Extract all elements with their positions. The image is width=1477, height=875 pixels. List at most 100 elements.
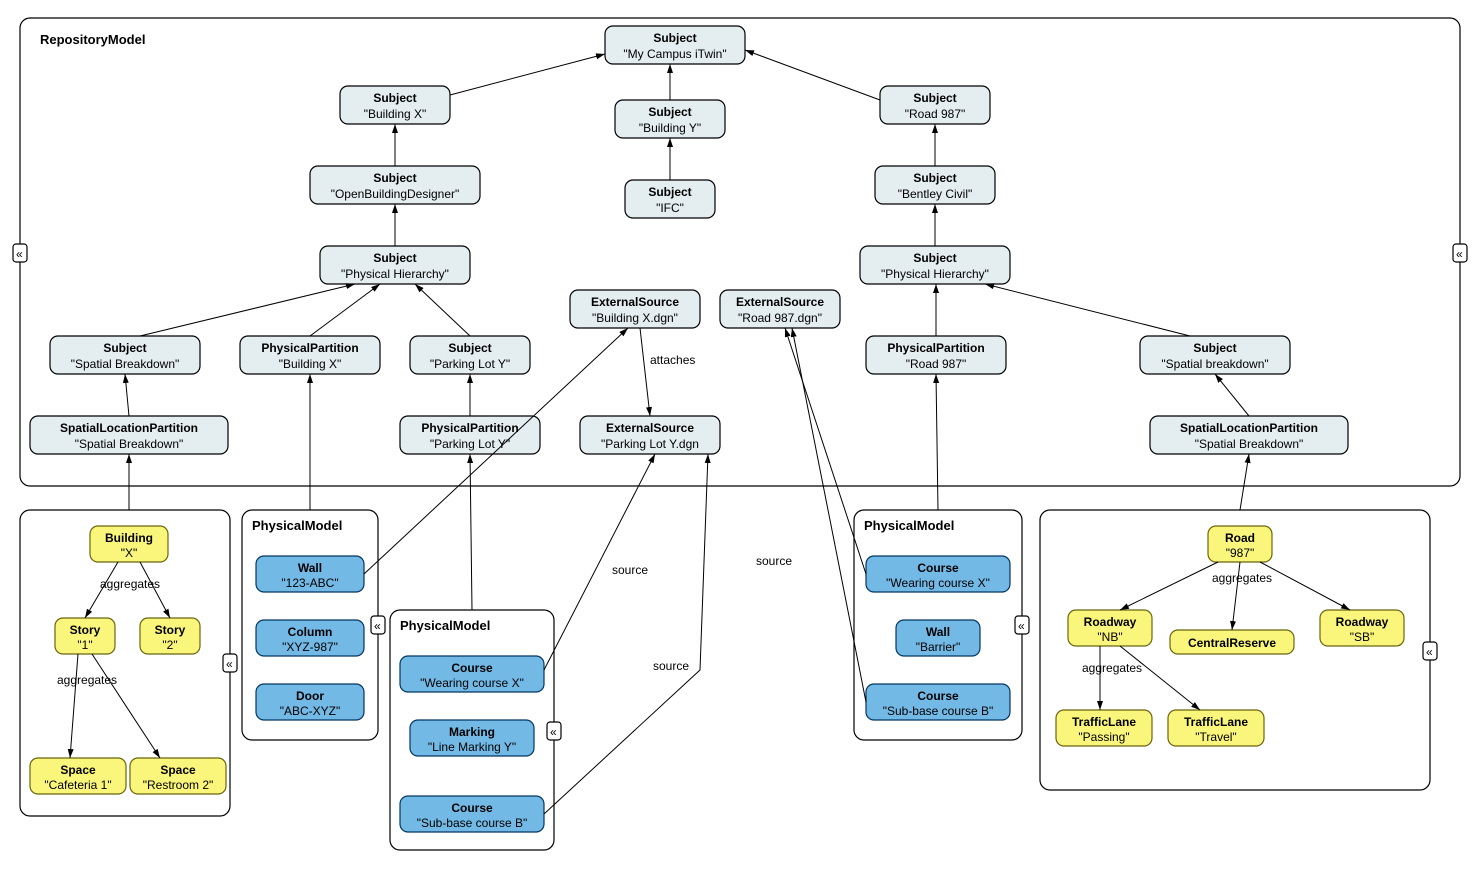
svg-text:Subject: Subject <box>448 341 491 355</box>
svg-text:"Sub-base course B": "Sub-base course B" <box>883 704 994 718</box>
svg-text:Subject: Subject <box>913 91 956 105</box>
course-wearing-x-node: Course "Wearing course X" <box>400 656 544 692</box>
svg-text:"Spatial breakdown": "Spatial breakdown" <box>1161 357 1268 371</box>
svg-text:"SB": "SB" <box>1350 630 1375 644</box>
external-source-road-987: ExternalSource "Road 987.dgn" <box>720 290 840 328</box>
subject-bentley: Subject "Bentley Civil" <box>875 166 995 204</box>
svg-text:"Bentley Civil": "Bentley Civil" <box>898 187 973 201</box>
space-restroom-node: Space "Restroom 2" <box>130 758 226 794</box>
course-wearing-x2-node: Course "Wearing course X" <box>866 556 1010 592</box>
course-subbase-b-node: Course "Sub-base course B" <box>400 796 544 832</box>
traffic-lane-travel-node: TrafficLane "Travel" <box>1168 710 1264 746</box>
svg-text:«: « <box>1456 247 1463 261</box>
svg-text:"Line Marking Y": "Line Marking Y" <box>428 740 516 754</box>
svg-text:Subject: Subject <box>1193 341 1236 355</box>
fold-marker-right-repo: « <box>1453 244 1467 262</box>
source-label-2: source <box>653 659 689 673</box>
svg-text:"Building X": "Building X" <box>364 107 427 121</box>
source-label-3: source <box>756 554 792 568</box>
svg-text:"Barrier": "Barrier" <box>916 640 961 654</box>
svg-text:Subject: Subject <box>913 171 956 185</box>
svg-text:"Building X": "Building X" <box>279 357 342 371</box>
subject-spatial-breakdown-right: Subject "Spatial breakdown" <box>1140 336 1290 374</box>
building-node: Building "X" <box>90 526 168 562</box>
svg-text:"OpenBuildingDesigner": "OpenBuildingDesigner" <box>331 187 460 201</box>
subject-ifc: Subject "IFC" <box>625 180 715 218</box>
subject-physical-hierarchy-right: Subject "Physical Hierarchy" <box>860 246 1010 284</box>
external-source-building-x: ExternalSource "Building X.dgn" <box>570 290 700 328</box>
svg-text:Story: Story <box>155 623 186 637</box>
svg-text:«: « <box>550 725 557 739</box>
svg-text:"Physical Hierarchy": "Physical Hierarchy" <box>881 267 989 281</box>
fold-marker-left-repo: « <box>13 244 27 262</box>
roadway-sb-node: Roadway "SB" <box>1320 610 1404 646</box>
road-node: Road "987" <box>1208 526 1272 562</box>
fold-pm-ply: « <box>547 722 561 740</box>
svg-text:Subject: Subject <box>373 91 416 105</box>
svg-text:"Road 987": "Road 987" <box>905 107 966 121</box>
physical-partition-building-x: PhysicalPartition "Building X" <box>240 336 380 374</box>
space-cafeteria-node: Space "Cafeteria 1" <box>30 758 126 794</box>
svg-text:Story: Story <box>70 623 101 637</box>
svg-text:"X": "X" <box>121 546 138 560</box>
spatial-location-partition-right: SpatialLocationPartition "Spatial Breakd… <box>1150 416 1348 454</box>
svg-text:"Spatial Breakdown": "Spatial Breakdown" <box>75 437 184 451</box>
fold-pm-bx: « <box>371 616 385 634</box>
pm-bx-title: PhysicalModel <box>252 518 342 533</box>
svg-text:Course: Course <box>451 661 493 675</box>
svg-text:"987": "987" <box>1226 546 1255 560</box>
svg-text:Subject: Subject <box>653 31 696 45</box>
story-1-node: Story "1" <box>55 618 115 654</box>
story-2-node: Story "2" <box>140 618 200 654</box>
svg-text:"Physical Hierarchy": "Physical Hierarchy" <box>341 267 449 281</box>
svg-text:"Road 987.dgn": "Road 987.dgn" <box>738 311 822 325</box>
svg-text:"Restroom 2": "Restroom 2" <box>143 778 214 792</box>
svg-text:Course: Course <box>917 561 959 575</box>
svg-text:«: « <box>1018 619 1025 633</box>
subject-parking-lot-y: Subject "Parking Lot Y" <box>410 336 530 374</box>
svg-text:«: « <box>16 247 23 261</box>
svg-text:"Passing": "Passing" <box>1078 730 1129 744</box>
svg-text:"NB": "NB" <box>1097 630 1122 644</box>
svg-text:PhysicalPartition: PhysicalPartition <box>887 341 984 355</box>
aggregates-label-1: aggregates <box>100 577 160 591</box>
svg-text:Course: Course <box>917 689 959 703</box>
roadway-nb-node: Roadway "NB" <box>1068 610 1152 646</box>
spatial-location-partition-left: SpatialLocationPartition "Spatial Breakd… <box>30 416 228 454</box>
svg-text:«: « <box>1426 645 1433 659</box>
svg-text:PhysicalPartition: PhysicalPartition <box>261 341 358 355</box>
central-reserve-node: CentralReserve <box>1170 630 1294 654</box>
svg-text:ExternalSource: ExternalSource <box>591 295 679 309</box>
svg-text:Space: Space <box>160 763 196 777</box>
attaches-label: attaches <box>650 353 695 367</box>
svg-text:SpatialLocationPartition: SpatialLocationPartition <box>60 421 198 435</box>
door-abc-node: Door "ABC-XYZ" <box>256 684 364 720</box>
svg-text:Building: Building <box>105 531 153 545</box>
pm-ply-title: PhysicalModel <box>400 618 490 633</box>
svg-text:"Building Y": "Building Y" <box>639 121 701 135</box>
svg-text:Space: Space <box>60 763 96 777</box>
svg-text:"2": "2" <box>162 638 177 652</box>
wall-123-node: Wall "123-ABC" <box>256 556 364 592</box>
aggregates-label-4: aggregates <box>1082 661 1142 675</box>
physical-partition-parking-lot-y: PhysicalPartition "Parking Lot Y" <box>400 416 540 454</box>
svg-text:Roadway: Roadway <box>1084 615 1137 629</box>
svg-text:Road: Road <box>1225 531 1255 545</box>
svg-text:Course: Course <box>451 801 493 815</box>
aggregates-label-2: aggregates <box>57 673 117 687</box>
svg-text:"XYZ-987": "XYZ-987" <box>282 640 338 654</box>
pm-r987-title: PhysicalModel <box>864 518 954 533</box>
wall-barrier-node: Wall "Barrier" <box>896 620 980 656</box>
repository-model-title: RepositoryModel <box>40 32 145 47</box>
svg-text:Subject: Subject <box>648 105 691 119</box>
svg-text:"Road 987": "Road 987" <box>906 357 967 371</box>
subject-road-987: Subject "Road 987" <box>880 86 990 124</box>
subject-physical-hierarchy-left: Subject "Physical Hierarchy" <box>320 246 470 284</box>
svg-text:Subject: Subject <box>103 341 146 355</box>
marking-line-y-node: Marking "Line Marking Y" <box>410 720 534 756</box>
svg-text:SpatialLocationPartition: SpatialLocationPartition <box>1180 421 1318 435</box>
column-xyz-node: Column "XYZ-987" <box>256 620 364 656</box>
fold-right-spatial: « <box>1423 642 1437 660</box>
svg-text:ExternalSource: ExternalSource <box>606 421 694 435</box>
fold-left-spatial: « <box>223 654 237 672</box>
